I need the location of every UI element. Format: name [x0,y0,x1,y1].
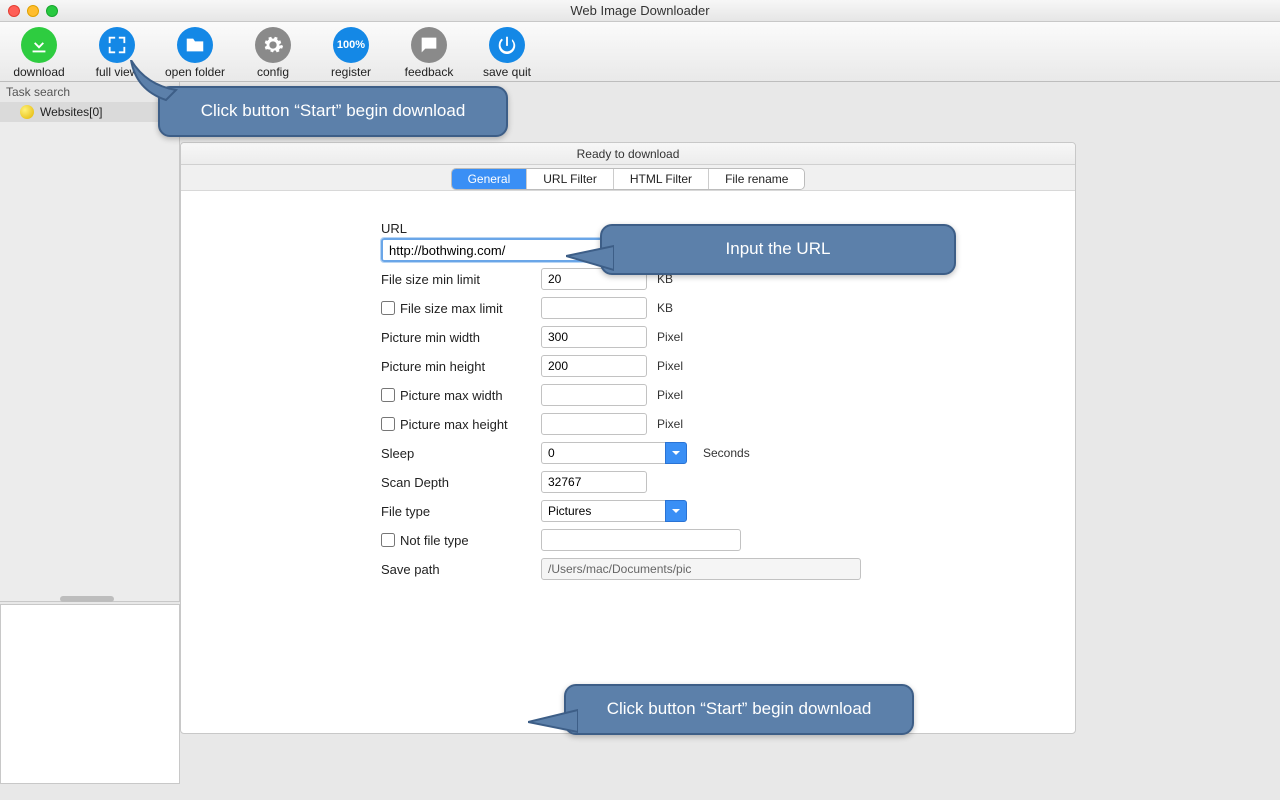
window-title: Web Image Downloader [0,3,1280,18]
ph-max-label: Picture max height [400,417,508,432]
nftype-input[interactable] [541,529,741,551]
nftype-label: Not file type [400,533,469,548]
ph-min-unit: Pixel [657,359,683,373]
depth-label: Scan Depth [381,475,541,490]
toolbar: download full view open folder config 10… [0,22,1280,82]
ph-min-label: Picture min height [381,359,541,374]
sleep-dropdown[interactable] [541,442,687,464]
ph-max-check[interactable] [381,417,395,431]
fs-max-label: File size max limit [400,301,503,316]
toolbar-config[interactable]: config [240,27,306,79]
download-icon [21,27,57,63]
gear-icon [255,27,291,63]
fs-min-label: File size min limit [381,272,541,287]
toolbar-label: download [13,65,64,79]
pw-max-label: Picture max width [400,388,503,403]
toolbar-label: save quit [483,65,531,79]
panel-title: Ready to download [181,143,1075,165]
pw-max-unit: Pixel [657,388,683,402]
fullscreen-icon [99,27,135,63]
pw-min-input[interactable] [541,326,647,348]
sidebar-item-label: Websites[0] [40,105,102,119]
tab-html-filter[interactable]: HTML Filter [614,169,709,189]
pw-max-input[interactable] [541,384,647,406]
toolbar-register[interactable]: 100% register [318,27,384,79]
toolbar-label: config [257,65,289,79]
pw-min-unit: Pixel [657,330,683,344]
toolbar-feedback[interactable]: feedback [396,27,462,79]
sleep-label: Sleep [381,446,541,461]
chat-icon [411,27,447,63]
tab-general[interactable]: General [452,169,528,189]
sleep-unit: Seconds [703,446,750,460]
fs-max-unit: KB [657,301,673,315]
ftype-input[interactable] [541,500,665,522]
depth-input[interactable] [541,471,647,493]
hint-callout-bottom: Click button “Start” begin download [564,684,914,735]
save-path-input[interactable] [541,558,861,580]
toolbar-download[interactable]: download [6,27,72,79]
ph-max-input[interactable] [541,413,647,435]
tab-file-rename[interactable]: File rename [709,169,804,189]
preview-pane [0,604,180,784]
fs-max-input[interactable] [541,297,647,319]
chevron-down-icon[interactable] [665,500,687,522]
sleep-input[interactable] [541,442,665,464]
folder-icon [177,27,213,63]
ftype-dropdown[interactable] [541,500,687,522]
pw-min-label: Picture min width [381,330,541,345]
scrollbar-thumb[interactable] [60,596,114,602]
sidebar: Task search Websites[0] [0,82,180,602]
ph-min-input[interactable] [541,355,647,377]
ftype-label: File type [381,504,541,519]
toolbar-label: register [331,65,371,79]
tab-url-filter[interactable]: URL Filter [527,169,614,189]
percent-icon: 100% [333,27,369,63]
ph-max-unit: Pixel [657,417,683,431]
chevron-down-icon[interactable] [665,442,687,464]
globe-icon [20,105,34,119]
pw-max-check[interactable] [381,388,395,402]
power-icon [489,27,525,63]
hint-callout-top: Click button “Start” begin download [158,86,508,137]
toolbar-label: feedback [405,65,454,79]
nftype-check[interactable] [381,533,395,547]
save-label: Save path [381,562,541,577]
hint-callout-url: Input the URL [600,224,956,275]
toolbar-savequit[interactable]: save quit [474,27,540,79]
window-titlebar: Web Image Downloader [0,0,1280,22]
tab-bar: General URL Filter HTML Filter File rena… [181,165,1075,191]
fs-max-check[interactable] [381,301,395,315]
